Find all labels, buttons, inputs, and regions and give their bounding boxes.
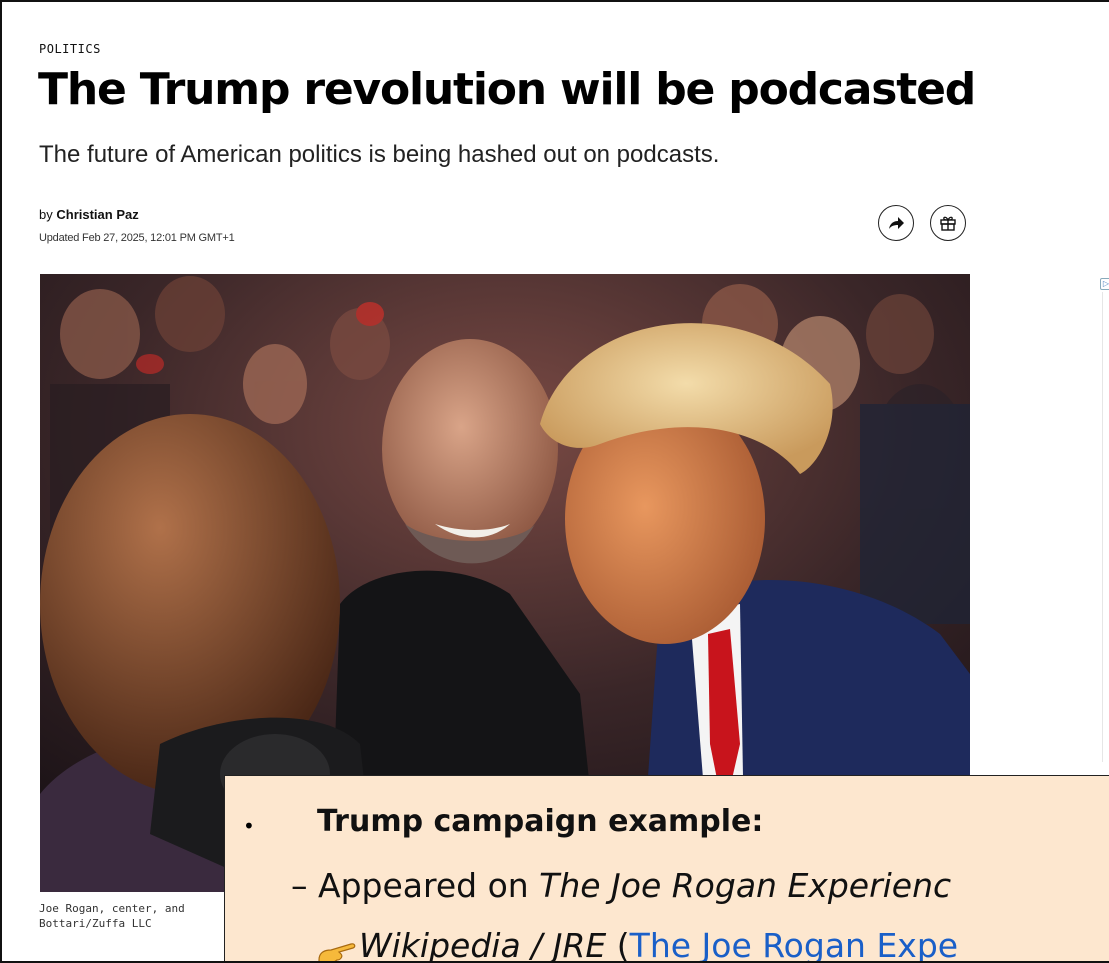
- callout-line-2-prefix: – Appeared on: [291, 866, 540, 905]
- author-link[interactable]: Christian Paz: [56, 207, 138, 222]
- callout-bullet: •: [243, 814, 255, 838]
- ad-rail: [1102, 292, 1109, 762]
- callout-show-title: The Joe Rogan Experienc: [539, 866, 952, 905]
- gift-icon: [940, 216, 956, 231]
- callout-line-3: Wikipedia / JRE (The Joe Rogan Expe: [315, 926, 958, 963]
- callout-source: Wikipedia / JRE: [359, 926, 607, 963]
- caption-line-1: Joe Rogan, center, and: [39, 902, 185, 915]
- callout-source-link[interactable]: The Joe Rogan Expe: [630, 926, 958, 961]
- callout-paren: (: [606, 926, 630, 963]
- slide-frame: POLITICS The Trump revolution will be po…: [0, 0, 1109, 963]
- byline: by Christian Paz: [39, 207, 139, 222]
- callout-heading: Trump campaign example:: [317, 804, 764, 839]
- article-headline: The Trump revolution will be podcasted: [38, 64, 976, 115]
- byline-prefix: by: [39, 207, 53, 222]
- slide-callout-box: • Trump campaign example: – Appeared on …: [224, 775, 1109, 963]
- photo-caption: Joe Rogan, center, and Bottari/Zuffa LLC: [39, 901, 185, 931]
- gift-button[interactable]: [930, 205, 966, 241]
- updated-timestamp: Updated Feb 27, 2025, 12:01 PM GMT+1: [39, 232, 235, 244]
- share-button[interactable]: [878, 205, 914, 241]
- ad-choices-icon[interactable]: ▷: [1100, 278, 1109, 290]
- article-dek: The future of American politics is being…: [39, 141, 720, 168]
- caption-line-2: Bottari/Zuffa LLC: [39, 917, 152, 930]
- share-arrow-icon: [889, 217, 904, 229]
- section-label[interactable]: POLITICS: [39, 42, 101, 56]
- callout-line-2: – Appeared on The Joe Rogan Experienc: [291, 866, 951, 905]
